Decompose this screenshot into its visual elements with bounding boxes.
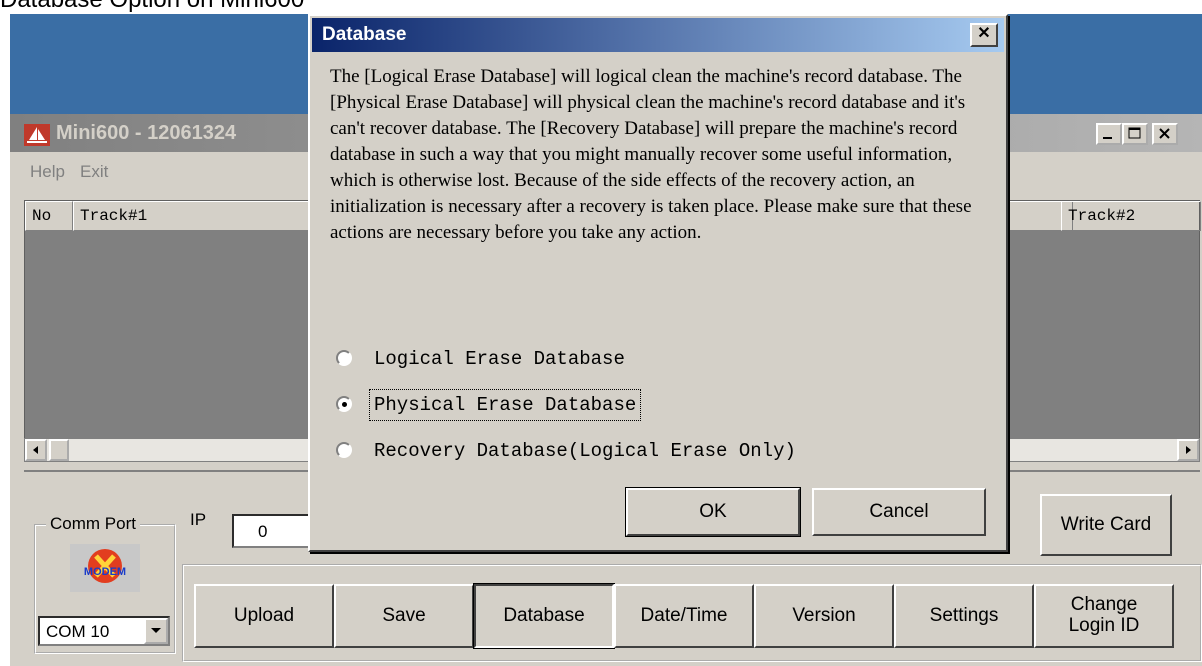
radio-logical-erase[interactable] — [336, 350, 352, 366]
maximize-icon — [1128, 127, 1141, 139]
chevron-down-icon — [151, 628, 161, 633]
column-header-no[interactable]: No — [25, 201, 73, 231]
settings-button[interactable]: Settings — [894, 584, 1034, 648]
minimize-icon — [1103, 137, 1112, 139]
arrow-left-icon — [33, 446, 38, 454]
radio-recovery-database[interactable] — [336, 442, 352, 458]
ip-label: IP — [190, 510, 207, 529]
option-physical-erase[interactable]: Physical Erase Database — [336, 389, 996, 421]
option-physical-erase-label[interactable]: Physical Erase Database — [368, 389, 642, 421]
comm-port-group: Comm Port MODEM COM 10 — [34, 514, 176, 654]
save-button[interactable]: Save — [334, 584, 474, 648]
option-recovery-database-label[interactable]: Recovery Database(Logical Erase Only) — [370, 436, 800, 466]
column-header-track2[interactable]: Track#2 — [1061, 201, 1201, 231]
option-logical-erase[interactable]: Logical Erase Database — [336, 344, 996, 374]
modem-label: MODEM — [84, 566, 126, 578]
page-caption: Database Option on Mini600 — [0, 0, 304, 14]
option-logical-erase-label[interactable]: Logical Erase Database — [370, 344, 629, 374]
scroll-thumb[interactable] — [49, 439, 69, 461]
menu-exit[interactable]: Exit — [80, 162, 108, 182]
arrow-right-icon — [1186, 446, 1191, 454]
upload-button[interactable]: Upload — [194, 584, 334, 648]
dialog-titlebar[interactable]: Database ✕ — [312, 18, 1004, 52]
minimize-button[interactable] — [1096, 123, 1122, 145]
scroll-right-button[interactable] — [1177, 439, 1199, 461]
comm-port-label: Comm Port — [46, 514, 140, 534]
dialog-close-button[interactable]: ✕ — [970, 23, 998, 47]
date-time-button[interactable]: Date/Time — [614, 584, 754, 648]
ip-octet-1: 0 — [258, 522, 268, 541]
com-port-dropdown-button[interactable] — [144, 618, 168, 644]
dialog-title: Database — [322, 24, 407, 45]
radio-physical-erase[interactable] — [336, 396, 352, 412]
main-close-button[interactable] — [1152, 123, 1178, 145]
modem-icon: MODEM — [70, 544, 140, 592]
close-icon — [1159, 128, 1170, 139]
write-card-button[interactable]: Write Card — [1040, 494, 1172, 556]
change-login-id-button[interactable]: Change Login ID — [1034, 584, 1174, 648]
option-recovery-database[interactable]: Recovery Database(Logical Erase Only) — [336, 436, 996, 466]
ok-button[interactable]: OK — [625, 487, 801, 537]
cancel-button[interactable]: Cancel — [812, 488, 986, 536]
com-port-select[interactable]: COM 10 — [38, 616, 170, 646]
main-window-title: Mini600 - 12061324 — [56, 122, 237, 144]
com-port-value: COM 10 — [46, 622, 110, 641]
radio-selected-dot — [342, 402, 347, 407]
menu-help[interactable]: Help — [30, 162, 65, 182]
maximize-button[interactable] — [1122, 123, 1148, 145]
scroll-left-button[interactable] — [25, 439, 47, 461]
close-icon: ✕ — [977, 25, 991, 42]
version-button[interactable]: Version — [754, 584, 894, 648]
dialog-message: The [Logical Erase Database] will logica… — [330, 66, 972, 243]
database-dialog: Database ✕ The [Logical Erase Database] … — [308, 14, 1008, 552]
ip-address-input[interactable]: 0 — [232, 514, 312, 548]
sailboat-icon — [24, 124, 50, 146]
database-button[interactable]: Database — [473, 583, 615, 649]
